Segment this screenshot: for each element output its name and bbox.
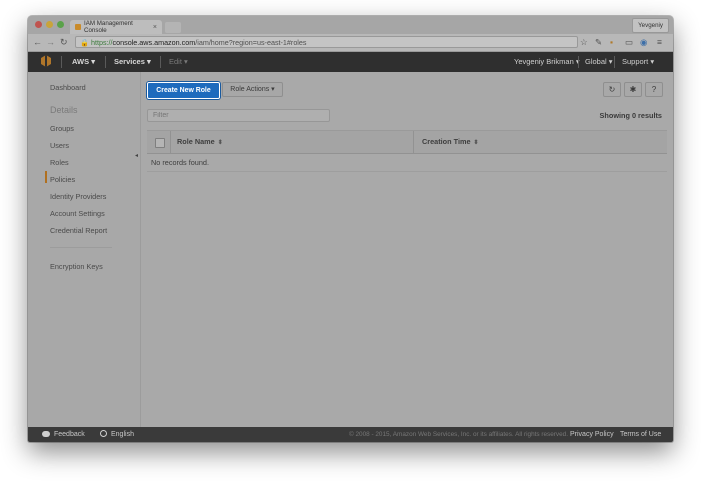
column-divider [170,131,171,153]
chevron-down-icon: ▾ [608,57,613,66]
services-menu-label: Services [114,57,145,66]
minimize-window-button[interactable] [46,21,53,28]
feedback-link[interactable]: Feedback [42,427,85,442]
user-menu[interactable]: Yevgeniy Brikman ▾ [514,52,580,72]
help-button[interactable]: ? [645,82,663,97]
sidebar-heading-details: Details [50,105,78,115]
forward-icon[interactable]: → [46,35,55,50]
sidebar-item-policies[interactable]: Policies [50,175,75,184]
language-selector[interactable]: English [100,427,134,442]
sidebar-item-groups[interactable]: Groups [50,124,74,133]
nav-divider [160,56,161,68]
refresh-button[interactable]: ↻ [603,82,621,97]
column-label: Role Name [177,137,215,146]
support-menu[interactable]: Support ▾ [622,52,654,72]
support-label: Support [622,57,649,66]
back-icon[interactable]: ← [33,35,42,50]
sidebar-item-account-settings[interactable]: Account Settings [50,209,105,218]
terms-of-use-link[interactable]: Terms of Use [620,427,661,442]
column-header-role-name[interactable]: Role Name ⬍ [177,131,223,154]
extension-icon[interactable]: ✎ [595,35,602,50]
sidebar-item-identity-providers[interactable]: Identity Providers [50,192,106,201]
sidebar-item-dashboard[interactable]: Dashboard [50,83,86,92]
sidebar-divider [50,247,112,248]
chevron-down-icon: ▾ [91,57,95,66]
url-domain: console.aws.amazon.com [112,38,196,47]
url-path: /iam/home?region=us-east-1#roles [195,38,307,47]
nav-divider [614,56,615,68]
tab-close-icon[interactable]: × [153,24,157,31]
main-content: Create New Role Role Actions ▾ ↻ ✱ ? Sho… [141,72,673,427]
privacy-policy-link[interactable]: Privacy Policy [570,427,614,442]
new-tab-button[interactable] [165,22,181,33]
sidebar: Dashboard Details Groups Users Roles Pol… [28,72,141,427]
extension-icon[interactable]: ◉ [640,35,647,50]
zoom-window-button[interactable] [57,21,64,28]
cast-icon[interactable]: ▭ [625,35,633,50]
browser-tab[interactable]: IAM Management Console × [70,20,162,34]
feedback-icon [42,431,50,437]
chevron-down-icon: ▾ [146,57,151,66]
sort-icon: ⬍ [473,140,479,146]
nav-divider [61,56,62,68]
sort-icon: ⬍ [217,140,223,146]
create-new-role-button[interactable]: Create New Role [147,82,220,99]
aws-nav-bar: AWS ▾ Services ▾ Edit ▾ Yevgeniy Brikman… [28,52,673,72]
column-label: Creation Time [422,137,471,146]
profile-button[interactable]: Yevgeniy [632,18,669,33]
sidebar-item-encryption-keys[interactable]: Encryption Keys [50,262,103,271]
table-header: Role Name ⬍ Creation Time ⬍ [147,130,667,154]
sidebar-item-credential-report[interactable]: Credential Report [50,226,107,235]
address-bar[interactable]: 🔒 https://console.aws.amazon.com/iam/home… [75,36,578,48]
active-indicator [45,171,47,183]
gear-icon: ✱ [629,85,637,94]
column-divider [413,131,414,153]
role-actions-label: Role Actions [230,86,270,93]
copyright-text: © 2008 - 2015, Amazon Web Services, Inc.… [349,431,569,438]
settings-button[interactable]: ✱ [624,82,642,97]
collapse-sidebar-icon[interactable]: ◂ [135,152,138,159]
star-icon[interactable]: ☆ [580,35,588,50]
results-count: Showing 0 results [599,111,662,120]
reload-icon[interactable]: ↻ [60,35,68,50]
nav-divider [105,56,106,68]
region-label: Global [585,57,607,66]
tab-title: IAM Management Console [84,20,133,34]
region-menu[interactable]: Global ▾ [585,52,613,72]
select-all-checkbox[interactable] [155,138,165,148]
empty-message: No records found. [147,154,667,172]
user-name: Yevgeniy Brikman [514,57,574,66]
url-scheme: https:// [90,38,113,47]
lock-icon: 🔒 [80,38,89,47]
chevron-down-icon: ▾ [271,86,275,93]
extension-icon[interactable]: ▪ [610,35,613,50]
edit-menu[interactable]: Edit ▾ [169,52,188,72]
browser-window: IAM Management Console × Yevgeniy ← → ↻ … [28,16,673,442]
globe-icon [100,430,107,437]
footer: Feedback English © 2008 - 2015, Amazon W… [28,427,673,442]
aws-cube-icon[interactable] [41,55,51,67]
browser-toolbar: ← → ↻ 🔒 https://console.aws.amazon.com/ia… [28,34,673,52]
chevron-down-icon: ▾ [650,57,655,66]
language-label: English [111,431,134,438]
filter-input[interactable] [147,109,330,122]
menu-icon[interactable]: ≡ [657,35,662,50]
aws-favicon-icon [75,24,81,30]
sidebar-item-roles[interactable]: Roles [50,158,69,167]
chevron-down-icon: ▾ [184,57,188,66]
nav-divider [578,56,579,68]
close-window-button[interactable] [35,21,42,28]
aws-menu[interactable]: AWS ▾ [72,52,95,72]
services-menu[interactable]: Services ▾ [114,52,151,72]
sidebar-item-users[interactable]: Users [50,141,69,150]
aws-menu-label: AWS [72,57,90,66]
edit-menu-label: Edit [169,57,182,66]
feedback-label: Feedback [54,431,85,438]
roles-table: Role Name ⬍ Creation Time ⬍ No records fou… [147,130,667,172]
refresh-icon: ↻ [608,85,616,94]
column-header-creation-time[interactable]: Creation Time ⬍ [422,131,479,154]
tab-strip: IAM Management Console × Yevgeniy [28,16,673,34]
role-actions-button[interactable]: Role Actions ▾ [222,82,283,97]
help-icon: ? [651,85,657,94]
